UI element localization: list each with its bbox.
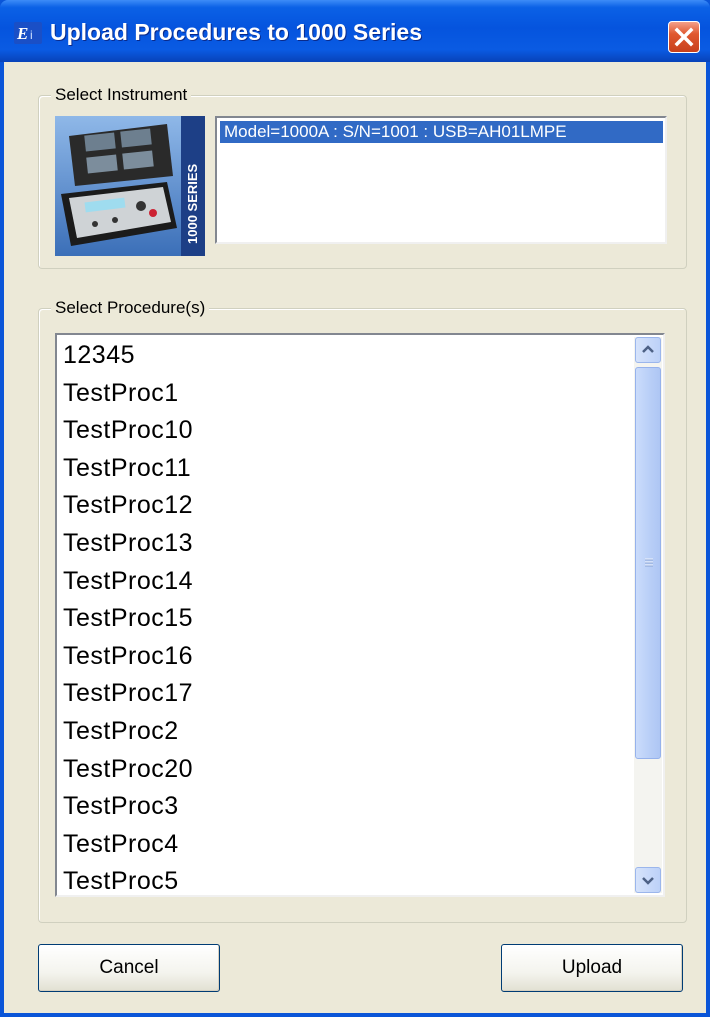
1000-series-instrument-image: 1000 SERIES bbox=[55, 116, 205, 256]
dialog-client-area: Select Instrument 1000 SERIES Model=1000… bbox=[4, 62, 706, 1013]
select-procedures-label: Select Procedure(s) bbox=[51, 298, 210, 318]
list-item[interactable]: TestProc5 bbox=[63, 863, 623, 895]
cancel-button[interactable]: Cancel bbox=[38, 944, 220, 992]
procedure-items: 12345 TestProc1 TestProc10 TestProc11 Te… bbox=[63, 337, 623, 895]
list-item[interactable]: TestProc13 bbox=[63, 525, 623, 563]
window-title: Upload Procedures to 1000 Series bbox=[50, 19, 422, 45]
list-item[interactable]: TestProc12 bbox=[63, 487, 623, 525]
scroll-down-button[interactable] bbox=[635, 867, 661, 893]
svg-text:i: i bbox=[30, 28, 33, 42]
list-item[interactable]: TestProc16 bbox=[63, 638, 623, 676]
svg-text:E: E bbox=[16, 24, 28, 43]
list-item[interactable]: TestProc4 bbox=[63, 826, 623, 864]
app-icon: E i bbox=[14, 22, 42, 44]
list-item[interactable]: TestProc10 bbox=[63, 412, 623, 450]
list-item[interactable]: TestProc3 bbox=[63, 788, 623, 826]
close-icon bbox=[674, 27, 694, 47]
grip-icon bbox=[645, 558, 653, 567]
select-procedures-group: Select Procedure(s) 12345 TestProc1 Test… bbox=[38, 298, 687, 923]
list-item[interactable]: TestProc14 bbox=[63, 563, 623, 601]
vertical-scrollbar[interactable] bbox=[634, 337, 662, 893]
upload-procedures-dialog: E i Upload Procedures to 1000 Series Sel… bbox=[0, 0, 710, 1017]
instrument-listbox[interactable]: Model=1000A : S/N=1001 : USB=AH01LMPE bbox=[215, 116, 667, 244]
list-item[interactable]: TestProc20 bbox=[63, 751, 623, 789]
list-item[interactable]: 12345 bbox=[63, 337, 623, 375]
select-instrument-label: Select Instrument bbox=[51, 85, 192, 105]
device-image-caption: 1000 SERIES bbox=[185, 163, 200, 244]
chevron-up-icon bbox=[642, 345, 654, 353]
select-instrument-group: Select Instrument 1000 SERIES Model=1000… bbox=[38, 85, 687, 269]
close-button[interactable] bbox=[668, 21, 700, 53]
instrument-item-selected[interactable]: Model=1000A : S/N=1001 : USB=AH01LMPE bbox=[220, 121, 663, 143]
title-bar[interactable]: E i Upload Procedures to 1000 Series bbox=[0, 0, 710, 62]
list-item[interactable]: TestProc15 bbox=[63, 600, 623, 638]
chevron-down-icon bbox=[642, 877, 654, 885]
list-item[interactable]: TestProc17 bbox=[63, 675, 623, 713]
list-item[interactable]: TestProc2 bbox=[63, 713, 623, 751]
upload-button[interactable]: Upload bbox=[501, 944, 683, 992]
list-item[interactable]: TestProc1 bbox=[63, 375, 623, 413]
procedure-listbox[interactable]: 12345 TestProc1 TestProc10 TestProc11 Te… bbox=[55, 333, 665, 897]
scroll-up-button[interactable] bbox=[635, 337, 661, 363]
scrollbar-thumb[interactable] bbox=[635, 367, 661, 759]
list-item[interactable]: TestProc11 bbox=[63, 450, 623, 488]
